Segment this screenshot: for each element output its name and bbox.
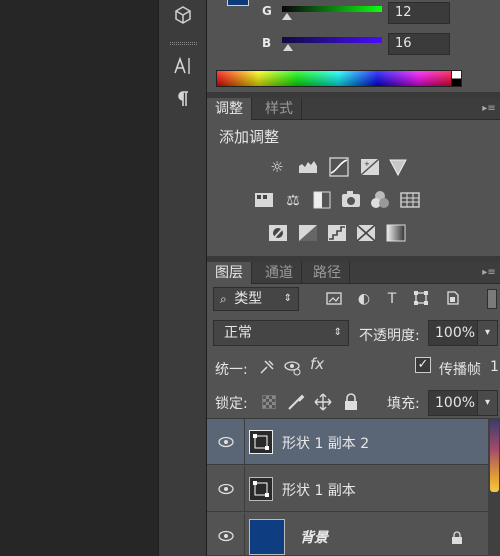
fill-field[interactable]: 100% ▾ xyxy=(428,390,498,416)
shape-layer-thumbnail xyxy=(249,477,273,501)
opacity-field[interactable]: 100% ▾ xyxy=(428,320,498,346)
b-slider-thumb[interactable] xyxy=(283,44,293,51)
svg-text:+: + xyxy=(364,160,370,168)
lock-all-icon[interactable] xyxy=(342,392,360,412)
eye-icon[interactable] xyxy=(207,466,245,511)
threshold-icon[interactable] xyxy=(326,222,348,244)
invert-icon[interactable] xyxy=(267,222,289,244)
unify-position-icon[interactable] xyxy=(257,357,277,377)
layer-row-background[interactable]: 背景 xyxy=(207,513,488,556)
layers-scrollbar-thumb[interactable] xyxy=(490,420,499,492)
exposure-icon[interactable]: + xyxy=(359,156,381,178)
g-value-field[interactable]: 12 xyxy=(388,2,450,24)
document-canvas-area xyxy=(0,0,158,556)
eye-icon[interactable] xyxy=(207,513,245,555)
panel-menu-icon[interactable]: ▸≡ xyxy=(481,103,497,115)
dropdown-arrow-icon-2[interactable]: ▾ xyxy=(477,391,497,415)
black-white-ramp[interactable] xyxy=(451,70,462,87)
tab-styles[interactable]: 样式 xyxy=(257,98,302,120)
type-layer-filter-icon[interactable]: T xyxy=(383,290,401,308)
shape-layer-filter-icon[interactable] xyxy=(412,290,430,308)
lock-icon xyxy=(451,531,465,547)
adjustments-tabbar: 调整 样式 ▸≡ xyxy=(207,98,500,120)
color-spectrum-ramp[interactable] xyxy=(216,70,461,87)
tool-strip-grip[interactable] xyxy=(170,42,197,45)
layer-name[interactable]: 背景 xyxy=(300,527,328,547)
propagate-frame-label: 传播帧 xyxy=(439,362,481,378)
brightness-contrast-icon[interactable]: ☼ xyxy=(266,156,288,178)
g-slider-thumb[interactable] xyxy=(282,13,292,20)
layers-tabbar: 图层 通道 路径 ▸≡ xyxy=(207,262,500,284)
layer-row-selected[interactable]: 形状 1 副本 2 xyxy=(207,419,488,465)
unify-visibility-icon[interactable] xyxy=(283,357,303,377)
foreground-color-swatch[interactable] xyxy=(227,0,249,6)
unify-style-icon[interactable]: fx xyxy=(310,355,330,377)
lock-label: 锁定: xyxy=(215,396,248,412)
select-arrows-icon-2: ⇕ xyxy=(333,327,342,338)
color-balance-icon[interactable]: ⚖ xyxy=(282,189,304,211)
3d-cube-icon[interactable] xyxy=(171,4,195,28)
adjustments-title: 添加调整 xyxy=(219,128,280,146)
black-white-icon[interactable] xyxy=(311,189,333,211)
tab-paths[interactable]: 路径 xyxy=(305,262,350,284)
tab-channels[interactable]: 通道 xyxy=(257,262,302,284)
adjustment-layer-filter-icon[interactable]: ◐ xyxy=(355,290,373,308)
posterize-icon[interactable] xyxy=(297,222,319,244)
blend-mode-value: 正常 xyxy=(224,325,252,341)
layer-filter-select[interactable]: ⌕ 类型 ⇕ xyxy=(213,287,299,311)
select-arrows-icon: ⇕ xyxy=(283,293,292,304)
filter-toggle-switch[interactable] xyxy=(487,289,497,309)
photo-filter-icon[interactable] xyxy=(340,189,362,211)
vibrance-icon[interactable] xyxy=(387,156,409,178)
layer-name[interactable]: 形状 1 副本 xyxy=(282,480,356,500)
tab-layers[interactable]: 图层 xyxy=(207,262,252,284)
character-panel-icon[interactable] xyxy=(171,54,195,78)
paragraph-panel-icon[interactable] xyxy=(171,88,195,112)
tool-strip xyxy=(158,0,207,556)
layer-name[interactable]: 形状 1 副本 2 xyxy=(282,433,369,453)
unify-label: 统一: xyxy=(215,362,248,378)
search-icon: ⌕ xyxy=(220,292,227,306)
tab-adjustments[interactable]: 调整 xyxy=(207,98,252,120)
b-channel-label: B xyxy=(262,36,272,50)
fill-value: 100% xyxy=(435,395,476,411)
opacity-label: 不透明度: xyxy=(359,328,420,344)
propagate-frame-value: 1 xyxy=(490,359,499,375)
curves-icon[interactable] xyxy=(328,156,350,178)
blend-mode-select[interactable]: 正常 ⇕ xyxy=(213,320,349,346)
background-layer-thumbnail xyxy=(249,519,285,555)
gradient-map-icon[interactable] xyxy=(385,222,407,244)
color-lookup-icon[interactable] xyxy=(399,189,421,211)
g-channel-slider[interactable] xyxy=(282,6,382,12)
channel-mixer-icon[interactable] xyxy=(369,189,391,211)
lock-position-icon[interactable] xyxy=(313,392,333,412)
filter-type-label: 类型 xyxy=(234,291,263,307)
lock-image-pixels-icon[interactable] xyxy=(286,392,306,412)
shape-layer-thumbnail xyxy=(249,430,273,454)
hue-saturation-icon[interactable] xyxy=(253,189,275,211)
b-value-field[interactable]: 16 xyxy=(388,33,450,55)
fill-label: 填充: xyxy=(387,396,420,412)
panel-menu-icon-2[interactable]: ▸≡ xyxy=(481,267,497,279)
b-channel-slider[interactable] xyxy=(282,37,382,43)
dropdown-arrow-icon[interactable]: ▾ xyxy=(477,321,497,345)
pixel-layer-filter-icon[interactable] xyxy=(325,290,343,308)
panel-dock: G 12 B 16 调整 样式 ▸≡ 添加调整 ☼ + ⚖ 图层 通道 路径 ▸… xyxy=(207,0,500,556)
levels-icon[interactable] xyxy=(297,156,319,178)
propagate-frame-checkbox[interactable]: ✓ xyxy=(415,357,431,373)
lock-transparent-pixels-icon[interactable] xyxy=(262,395,276,409)
g-channel-label: G xyxy=(262,4,272,18)
opacity-value: 100% xyxy=(435,325,476,341)
smart-object-filter-icon[interactable] xyxy=(443,290,461,308)
selective-color-icon[interactable] xyxy=(355,222,377,244)
eye-icon[interactable] xyxy=(207,419,245,464)
layer-row[interactable]: 形状 1 副本 xyxy=(207,466,488,512)
